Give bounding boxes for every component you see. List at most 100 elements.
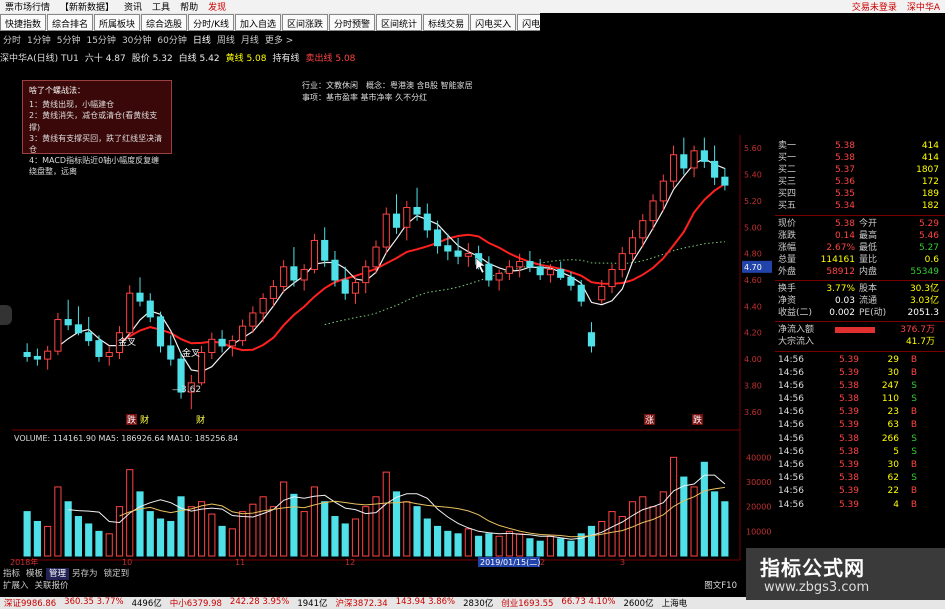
event-badge-text: 跌 <box>693 415 702 426</box>
price-axis-label: 4.60 <box>744 276 762 285</box>
flow-value: 376.7万 <box>900 325 935 336</box>
indicator-tab[interactable]: 锁定到 <box>101 568 133 580</box>
index-quote[interactable]: 66.73 4.10% <box>557 597 619 609</box>
candle-body <box>454 250 462 257</box>
index-quote[interactable]: 2600亿 <box>619 597 657 609</box>
tick-price: 5.39 <box>838 499 859 510</box>
volume-bar <box>433 525 442 557</box>
index-quote[interactable]: 143.94 3.86% <box>392 597 459 609</box>
tick-time: 14:56 <box>778 354 804 365</box>
tick-row: 14:56 5.38 62 S <box>775 472 945 485</box>
date-axis-label: 2018年 <box>10 557 38 567</box>
extension-tab-row: 扩展入 关联报价 图文F10 <box>0 580 740 592</box>
candle-body <box>567 276 575 286</box>
candle-body <box>680 154 688 169</box>
tick-side: S <box>911 380 917 391</box>
indicator-tab[interactable]: 模板 <box>23 568 46 580</box>
candle-body <box>711 160 719 178</box>
volume-bar <box>516 533 524 557</box>
index-quote[interactable]: 4496亿 <box>128 597 166 609</box>
order-book-price: 5.38 <box>834 141 855 151</box>
scroll-left-handle[interactable] <box>0 305 12 325</box>
stat-value: 0.002 <box>829 308 855 319</box>
tick-price: 5.39 <box>838 407 859 418</box>
tick-side: S <box>911 473 917 484</box>
stat-label: PE(动) <box>859 308 887 319</box>
order-book-label: 买一 <box>778 153 797 164</box>
index-quote[interactable]: 1941亿 <box>293 597 331 609</box>
tick-volume: 62 <box>887 473 899 484</box>
stat-value: 3.77% <box>826 284 855 295</box>
tick-row: 14:56 5.38 266 S <box>775 433 945 446</box>
f10-button[interactable]: 图文F10 <box>701 580 740 592</box>
indicator-tab[interactable]: 管理 <box>46 568 70 580</box>
index-quote[interactable]: 中小6379.98 <box>166 597 226 609</box>
candle-body <box>33 355 41 360</box>
index-quote[interactable]: 沪深3872.34 <box>332 597 392 609</box>
indicator-tab[interactable]: 另存为 <box>69 568 101 580</box>
candle-body <box>290 266 298 281</box>
volume-bar <box>156 518 165 557</box>
volume-bar <box>146 511 154 557</box>
candle-body <box>341 279 349 294</box>
volume-bar <box>567 540 575 557</box>
tick-time: 14:56 <box>778 460 804 470</box>
candle-body <box>546 268 555 276</box>
industry-info: 行业：文教休闲 概念：粤港澳 含B股 智能家居 事项：基市盈率 基市净率 久不分… <box>302 80 473 104</box>
price-axis-label: 4.20 <box>744 329 762 338</box>
order-book-row: 买三 5.36 172 <box>775 176 945 188</box>
index-quote[interactable]: 360.35 3.77% <box>60 597 127 609</box>
volume-bar <box>587 525 596 557</box>
volume-bar <box>95 530 103 557</box>
candle-body <box>403 207 411 228</box>
price-axis-label: 3.60 <box>744 408 762 417</box>
volume-header: VOLUME: 114161.90 MA5: 186926.64 MA10: 1… <box>14 434 238 443</box>
candle-body <box>413 207 421 215</box>
index-quote[interactable]: 深证9986.86 <box>0 597 60 609</box>
tick-time: 14:56 <box>778 473 804 484</box>
volume-bar <box>105 533 113 557</box>
candle-body <box>444 245 452 252</box>
flow-bar <box>835 327 875 334</box>
index-quote[interactable]: 242.28 3.95% <box>226 597 293 609</box>
volume-bar <box>444 530 452 557</box>
volume-bar <box>228 528 236 557</box>
candle-body <box>423 213 431 231</box>
order-book-volume: 1807 <box>916 165 939 176</box>
volume-bar <box>259 496 267 557</box>
volume-bar <box>505 530 513 557</box>
candle-body <box>95 340 103 357</box>
volume-bar <box>475 535 483 557</box>
candle-body <box>126 292 134 334</box>
stat-label: 最高 <box>859 230 878 241</box>
candle-body <box>536 266 544 276</box>
volume-bar <box>208 513 216 557</box>
candle-body <box>300 268 308 281</box>
index-quote[interactable]: 上海电 <box>658 597 692 609</box>
quote-stat-row: 收益(二) 0.002 PE(动) 2051.3 <box>775 307 945 319</box>
indicator-tab[interactable]: 指标 <box>0 568 23 580</box>
volume-bar <box>423 518 431 557</box>
extension-tab[interactable]: 关联报价 <box>32 580 72 592</box>
tick-volume: 30 <box>887 460 899 470</box>
stat-label: 净资 <box>778 296 797 307</box>
candle-body <box>362 266 370 284</box>
stat-label: 现价 <box>778 218 797 229</box>
strategy-note-line: 2：黄线消失，减仓或清仓(看黄线支撑) <box>29 111 158 132</box>
extension-tab[interactable]: 扩展入 <box>0 580 32 592</box>
tick-price: 5.39 <box>838 420 859 431</box>
order-book-row: 买一 5.38 414 <box>775 152 945 164</box>
volume-bar <box>392 491 401 557</box>
stat-label: 换手 <box>778 284 797 295</box>
tick-price: 5.39 <box>838 486 859 497</box>
date-axis-label: 12 <box>345 558 355 567</box>
quote-stat-row: 涨幅 2.67% 最低 5.27 <box>775 242 945 254</box>
index-quote[interactable]: 创业1693.55 <box>497 597 557 609</box>
tick-side: B <box>910 354 917 365</box>
event-badge-text: 涨 <box>645 415 654 426</box>
index-quote[interactable]: 2830亿 <box>459 597 497 609</box>
stat-value: 2.67% <box>826 242 855 253</box>
stat-value: 3.03亿 <box>909 296 939 307</box>
volume-bar <box>536 540 544 557</box>
candle-body <box>228 340 236 347</box>
